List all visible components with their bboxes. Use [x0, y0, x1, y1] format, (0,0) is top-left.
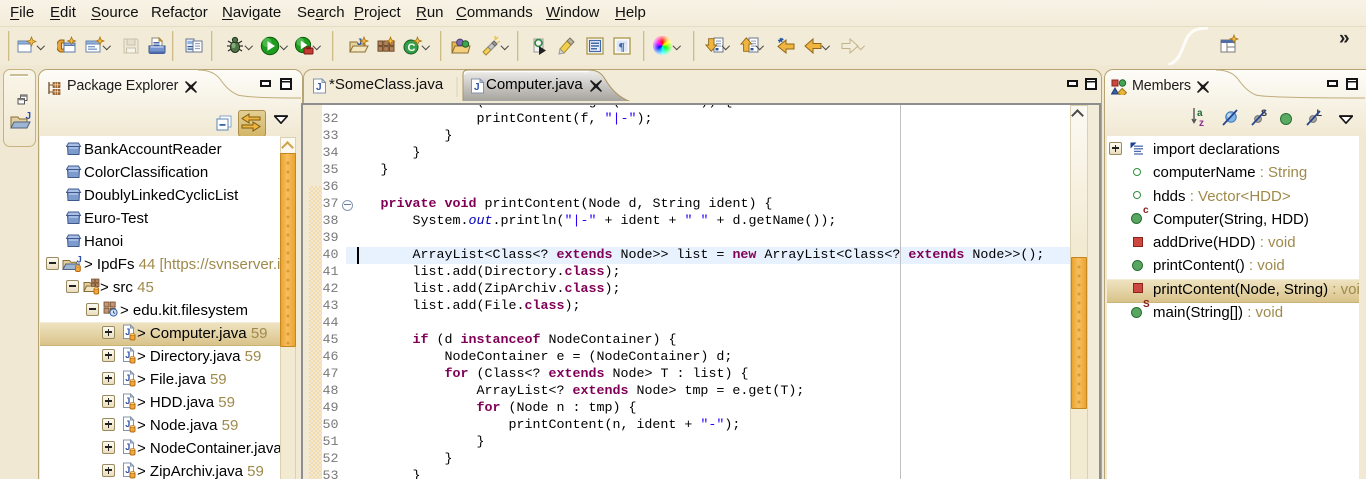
- svg-text:J: J: [77, 255, 82, 266]
- svg-text:J: J: [125, 327, 130, 337]
- svg-text:J: J: [474, 82, 480, 93]
- svg-text:J: J: [357, 37, 362, 47]
- svg-text:J: J: [26, 111, 32, 122]
- svg-text:J: J: [125, 373, 130, 383]
- svg-text:¶: ¶: [619, 40, 625, 54]
- svg-text:C: C: [408, 42, 416, 54]
- svg-text:J: J: [125, 396, 130, 406]
- svg-text:J: J: [125, 419, 130, 429]
- svg-text:J: J: [125, 465, 130, 475]
- svg-text:J: J: [125, 442, 130, 452]
- svg-text:z: z: [1199, 118, 1204, 127]
- svg-text:J: J: [125, 350, 130, 360]
- svg-text:J: J: [316, 82, 322, 93]
